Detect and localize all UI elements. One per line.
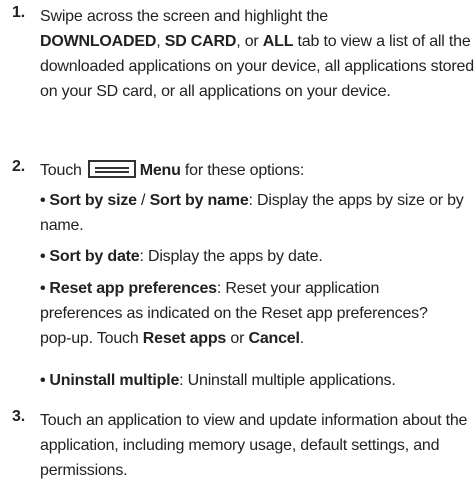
bullet-uninstall-multiple: • Uninstall multiple: Uninstall multiple …	[40, 368, 470, 393]
tab-name-downloaded: DOWNLOADED	[40, 33, 157, 50]
option-sort-by-name: Sort by name	[149, 192, 249, 209]
bullet-dot: •	[40, 280, 46, 297]
bullet-dot: •	[40, 248, 46, 265]
option-sort-by-size: Sort by size	[49, 192, 137, 209]
step-1: 1. Swipe across the screen and highlight…	[0, 4, 474, 104]
tab-name-all: ALL	[262, 33, 294, 50]
period: .	[299, 330, 304, 347]
bullet-dot: •	[40, 372, 46, 389]
step-text: Touch Menu for these options:	[40, 158, 474, 183]
step-1-text-start: Swipe across the screen and highlight th…	[40, 8, 328, 25]
step-2-text-start: Touch	[40, 162, 82, 179]
bullet-sort-size-name: • Sort by size / Sort by name: Display th…	[40, 188, 470, 238]
bullet-dot: •	[40, 192, 46, 209]
option-reset-app-preferences: Reset app preferences	[49, 280, 217, 297]
option-sort-by-date: Sort by date	[49, 248, 140, 265]
option-uninstall-multiple: Uninstall multiple	[49, 372, 180, 389]
cancel-label: Cancel	[248, 330, 300, 347]
manual-page: 1. Swipe across the screen and highlight…	[0, 0, 474, 496]
separator: or	[226, 330, 249, 347]
step-number: 2.	[12, 158, 25, 175]
separator: , or	[236, 33, 263, 50]
option-description: : Uninstall multiple applications.	[179, 372, 396, 389]
step-text: Touch an application to view and update …	[40, 412, 468, 479]
step-number: 1.	[12, 4, 25, 21]
menu-label: Menu	[139, 162, 181, 179]
reset-apps-label: Reset apps	[142, 330, 227, 347]
option-description: : Display the apps by date.	[139, 248, 323, 265]
menu-icon	[87, 160, 136, 178]
bullet-reset-prefs: • Reset app preferences: Reset your appli…	[40, 276, 460, 351]
separator: /	[136, 192, 150, 209]
step-3: 3. Touch an application to view and upda…	[0, 408, 474, 483]
separator: ,	[156, 33, 165, 50]
bullet-sort-date: • Sort by date: Display the apps by date.	[40, 244, 470, 269]
tab-name-sd-card: SD CARD	[164, 33, 237, 50]
step-2: 2. Touch Menu for these options:	[0, 158, 474, 183]
step-number: 3.	[12, 408, 25, 425]
step-text: Swipe across the screen and highlight th…	[40, 4, 474, 104]
step-2-text-end: for these options:	[180, 162, 305, 179]
